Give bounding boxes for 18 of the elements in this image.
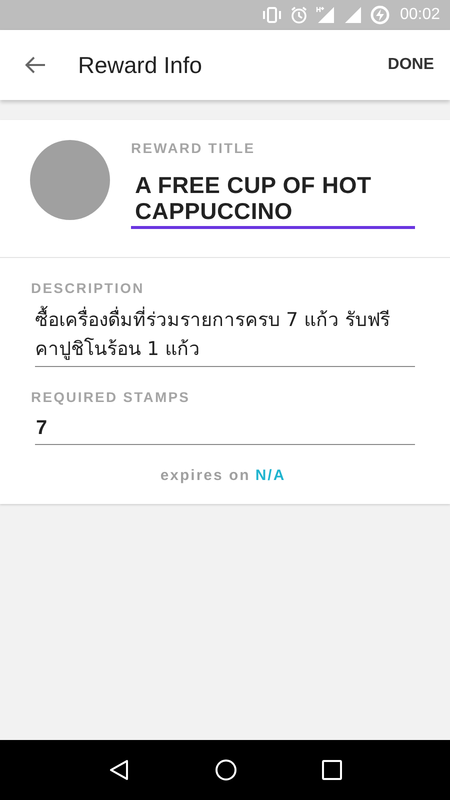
recents-icon[interactable] [321,759,344,781]
vibrate-icon [262,7,282,23]
stamps-field[interactable]: 7 [35,417,415,445]
done-button[interactable]: DONE [382,50,440,80]
home-icon[interactable] [214,758,238,782]
clock-time: 00:02 [400,6,440,24]
signal-icon [344,6,362,24]
description-field[interactable]: ซื้อเครื่องดื่มที่ร่วมรายการครบ 7 แก้ว รับฟรี คาปูชิโนร้อน 1 แก้ว [35,306,415,367]
title-field[interactable]: A FREE CUP OF HOT CAPPUCCINO [131,172,415,229]
back-arrow-icon [24,56,46,74]
field-label: REWARD TITLE [131,140,256,156]
battery-charging-icon [370,5,390,25]
field-label: REQUIRED STAMPS [31,389,190,405]
field-label: DESCRIPTION [31,280,144,296]
expiry-label: expires on [160,467,250,484]
screen-title: Reward Info [78,52,204,78]
signal-icon [316,6,336,24]
alarm-icon [290,6,308,24]
